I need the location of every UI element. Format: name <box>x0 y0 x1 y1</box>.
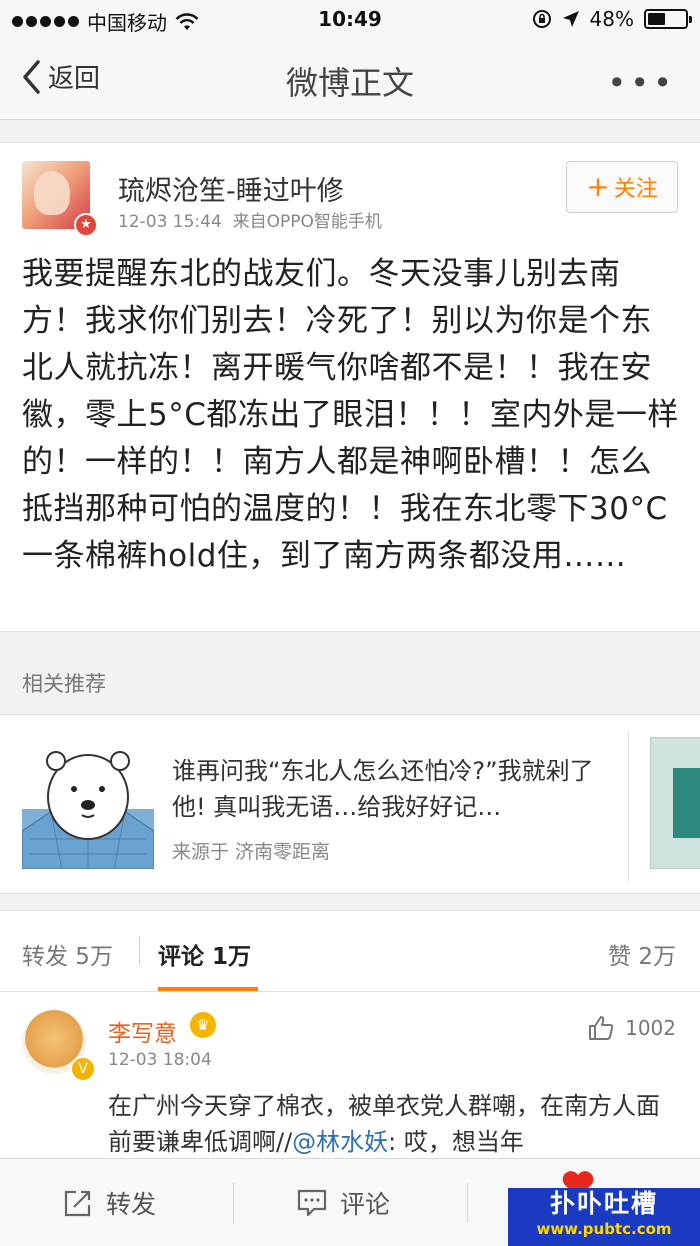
post-source: 来自OPPO智能手机 <box>232 212 382 232</box>
avatar-image <box>34 171 70 215</box>
related-card[interactable]: 谁再问我“东北人怎么还怕冷?”我就剁了他! 真叫我无语…给我好好记… 来源于 济… <box>0 714 700 894</box>
forward-tab[interactable]: 转发 5万 <box>22 937 113 971</box>
location-icon <box>562 11 579 27</box>
like-tab[interactable]: 赞 2万 <box>608 937 676 971</box>
vip-badge-icon: ★ <box>74 213 98 237</box>
toolbar-divider <box>467 1183 468 1223</box>
status-right: 48% <box>532 7 692 31</box>
post-card: ★ 琉烬沧笙-睡过叶修 12-03 15:44 来自OPPO智能手机 + 关注 … <box>0 142 700 632</box>
comment-button[interactable]: 评论 <box>296 1185 390 1221</box>
related-thumbnail-2[interactable] <box>650 737 700 869</box>
comment-label: 评论 <box>340 1190 391 1219</box>
plus-icon: + <box>586 170 610 203</box>
related-source: 来源于 济南零距离 <box>172 841 331 863</box>
comment-time: 12-03 18:04 <box>108 1050 212 1070</box>
thumbs-up-icon <box>589 1016 614 1040</box>
share-icon <box>64 1190 91 1217</box>
nav-bar: 返回 微博正文 ••• <box>0 40 700 120</box>
comment-item: V 李写意 ♛ 12-03 18:04 1002 在广州今天穿了棉衣，被单衣党人… <box>0 992 700 1162</box>
follow-label: 关注 <box>613 177 658 202</box>
toolbar-divider <box>233 1183 234 1223</box>
page-title: 微博正文 <box>285 64 414 102</box>
comment-bubble-icon <box>297 1189 327 1217</box>
commenter-name[interactable]: 李写意 <box>108 1014 177 1048</box>
watermark-url: www.pubtc.com <box>536 1220 672 1238</box>
follow-button[interactable]: + 关注 <box>566 161 678 213</box>
comment-like-count: 1002 <box>625 1016 676 1040</box>
crown-icon: ♛ <box>190 1012 216 1038</box>
stats-bar: 转发 5万 评论 1万 赞 2万 <box>0 910 700 992</box>
related-heading: 相关推荐 <box>22 672 106 696</box>
verified-badge-icon: V <box>70 1056 96 1082</box>
mention-link[interactable]: @林水妖 <box>292 1128 388 1156</box>
comment-tab-label: 评论 <box>158 944 204 970</box>
battery-icon <box>644 9 692 29</box>
forward-button[interactable]: 转发 <box>62 1185 156 1221</box>
author-avatar[interactable]: ★ <box>22 161 98 237</box>
comment-tab-count: 1万 <box>212 944 252 970</box>
comment-text: 在广州今天穿了棉衣，被单衣党人群嘲，在南方人面前要谦卑低调啊//@林水妖: 哎，… <box>108 1088 674 1160</box>
comment-like-button[interactable]: 1002 <box>587 1014 676 1042</box>
watermark: 扑卟吐槽 www.pubtc.com <box>508 1188 700 1246</box>
forward-label: 转发 <box>106 1190 157 1219</box>
status-bar: 中国移动 10:49 48% <box>0 0 700 40</box>
polar-bear-thumbnail <box>22 751 154 869</box>
active-tab-indicator <box>158 987 258 991</box>
stats-divider <box>139 937 140 965</box>
post-meta: 12-03 15:44 来自OPPO智能手机 <box>118 207 382 232</box>
post-time: 12-03 15:44 <box>118 212 222 232</box>
related-divider <box>628 731 629 881</box>
author-name[interactable]: 琉烬沧笙-睡过叶修 <box>118 169 344 208</box>
rotation-lock-icon <box>532 10 551 28</box>
comment-text-tail: : 哎，想当年 <box>388 1128 524 1156</box>
related-title[interactable]: 谁再问我“东北人怎么还怕冷?”我就剁了他! 真叫我无语…给我好好记… <box>172 753 622 825</box>
battery-percent: 48% <box>589 7 634 31</box>
more-button[interactable]: ••• <box>607 64 676 102</box>
comment-tab[interactable]: 评论 1万 <box>158 937 251 971</box>
watermark-title: 扑卟吐槽 <box>549 1189 658 1218</box>
post-body: 我要提醒东北的战友们。冬天没事儿别去南方！我求你们别去！冷死了！别以为你是个东北… <box>22 256 679 574</box>
